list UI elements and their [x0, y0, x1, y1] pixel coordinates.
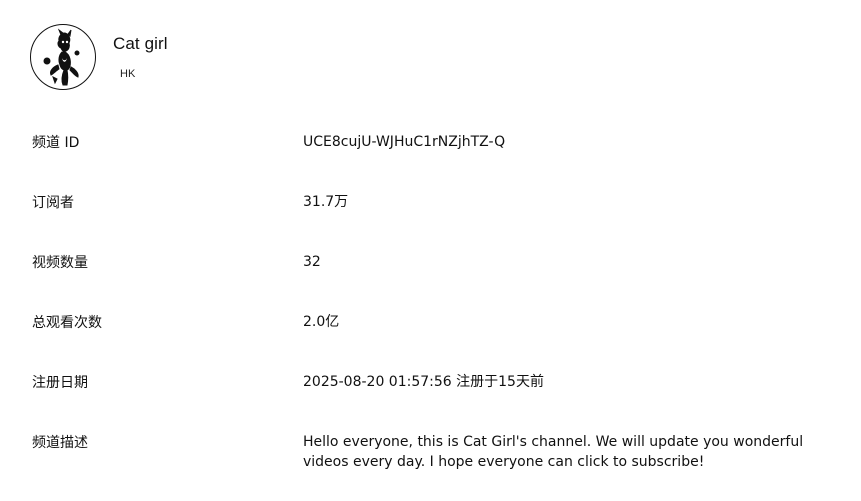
subscribers-label: 订阅者 [32, 195, 74, 211]
description-value: Hello everyone, this is Cat Girl's chann… [303, 434, 804, 470]
video-count-label: 视频数量 [32, 255, 88, 271]
registered-label: 注册日期 [32, 375, 88, 391]
channel-id-value: UCE8cujU-WJHuC1rNZjhTZ-Q [303, 134, 506, 150]
channel-name: Cat girl [113, 34, 168, 53]
channel-header: Cat girl HK [30, 24, 830, 94]
channel-id-label: 频道 ID [32, 135, 80, 151]
video-count-value: 32 [303, 254, 321, 270]
total-views-label: 总观看次数 [32, 315, 102, 331]
total-views-value: 2.0亿 [303, 314, 340, 330]
avatar[interactable] [30, 24, 96, 90]
channel-region: HK [120, 68, 136, 80]
description-label: 频道描述 [32, 435, 88, 451]
cat-girl-avatar-icon [43, 28, 80, 86]
subscribers-value: 31.7万 [303, 194, 349, 210]
registered-value: 2025-08-20 01:57:56 注册于15天前 [303, 374, 544, 390]
